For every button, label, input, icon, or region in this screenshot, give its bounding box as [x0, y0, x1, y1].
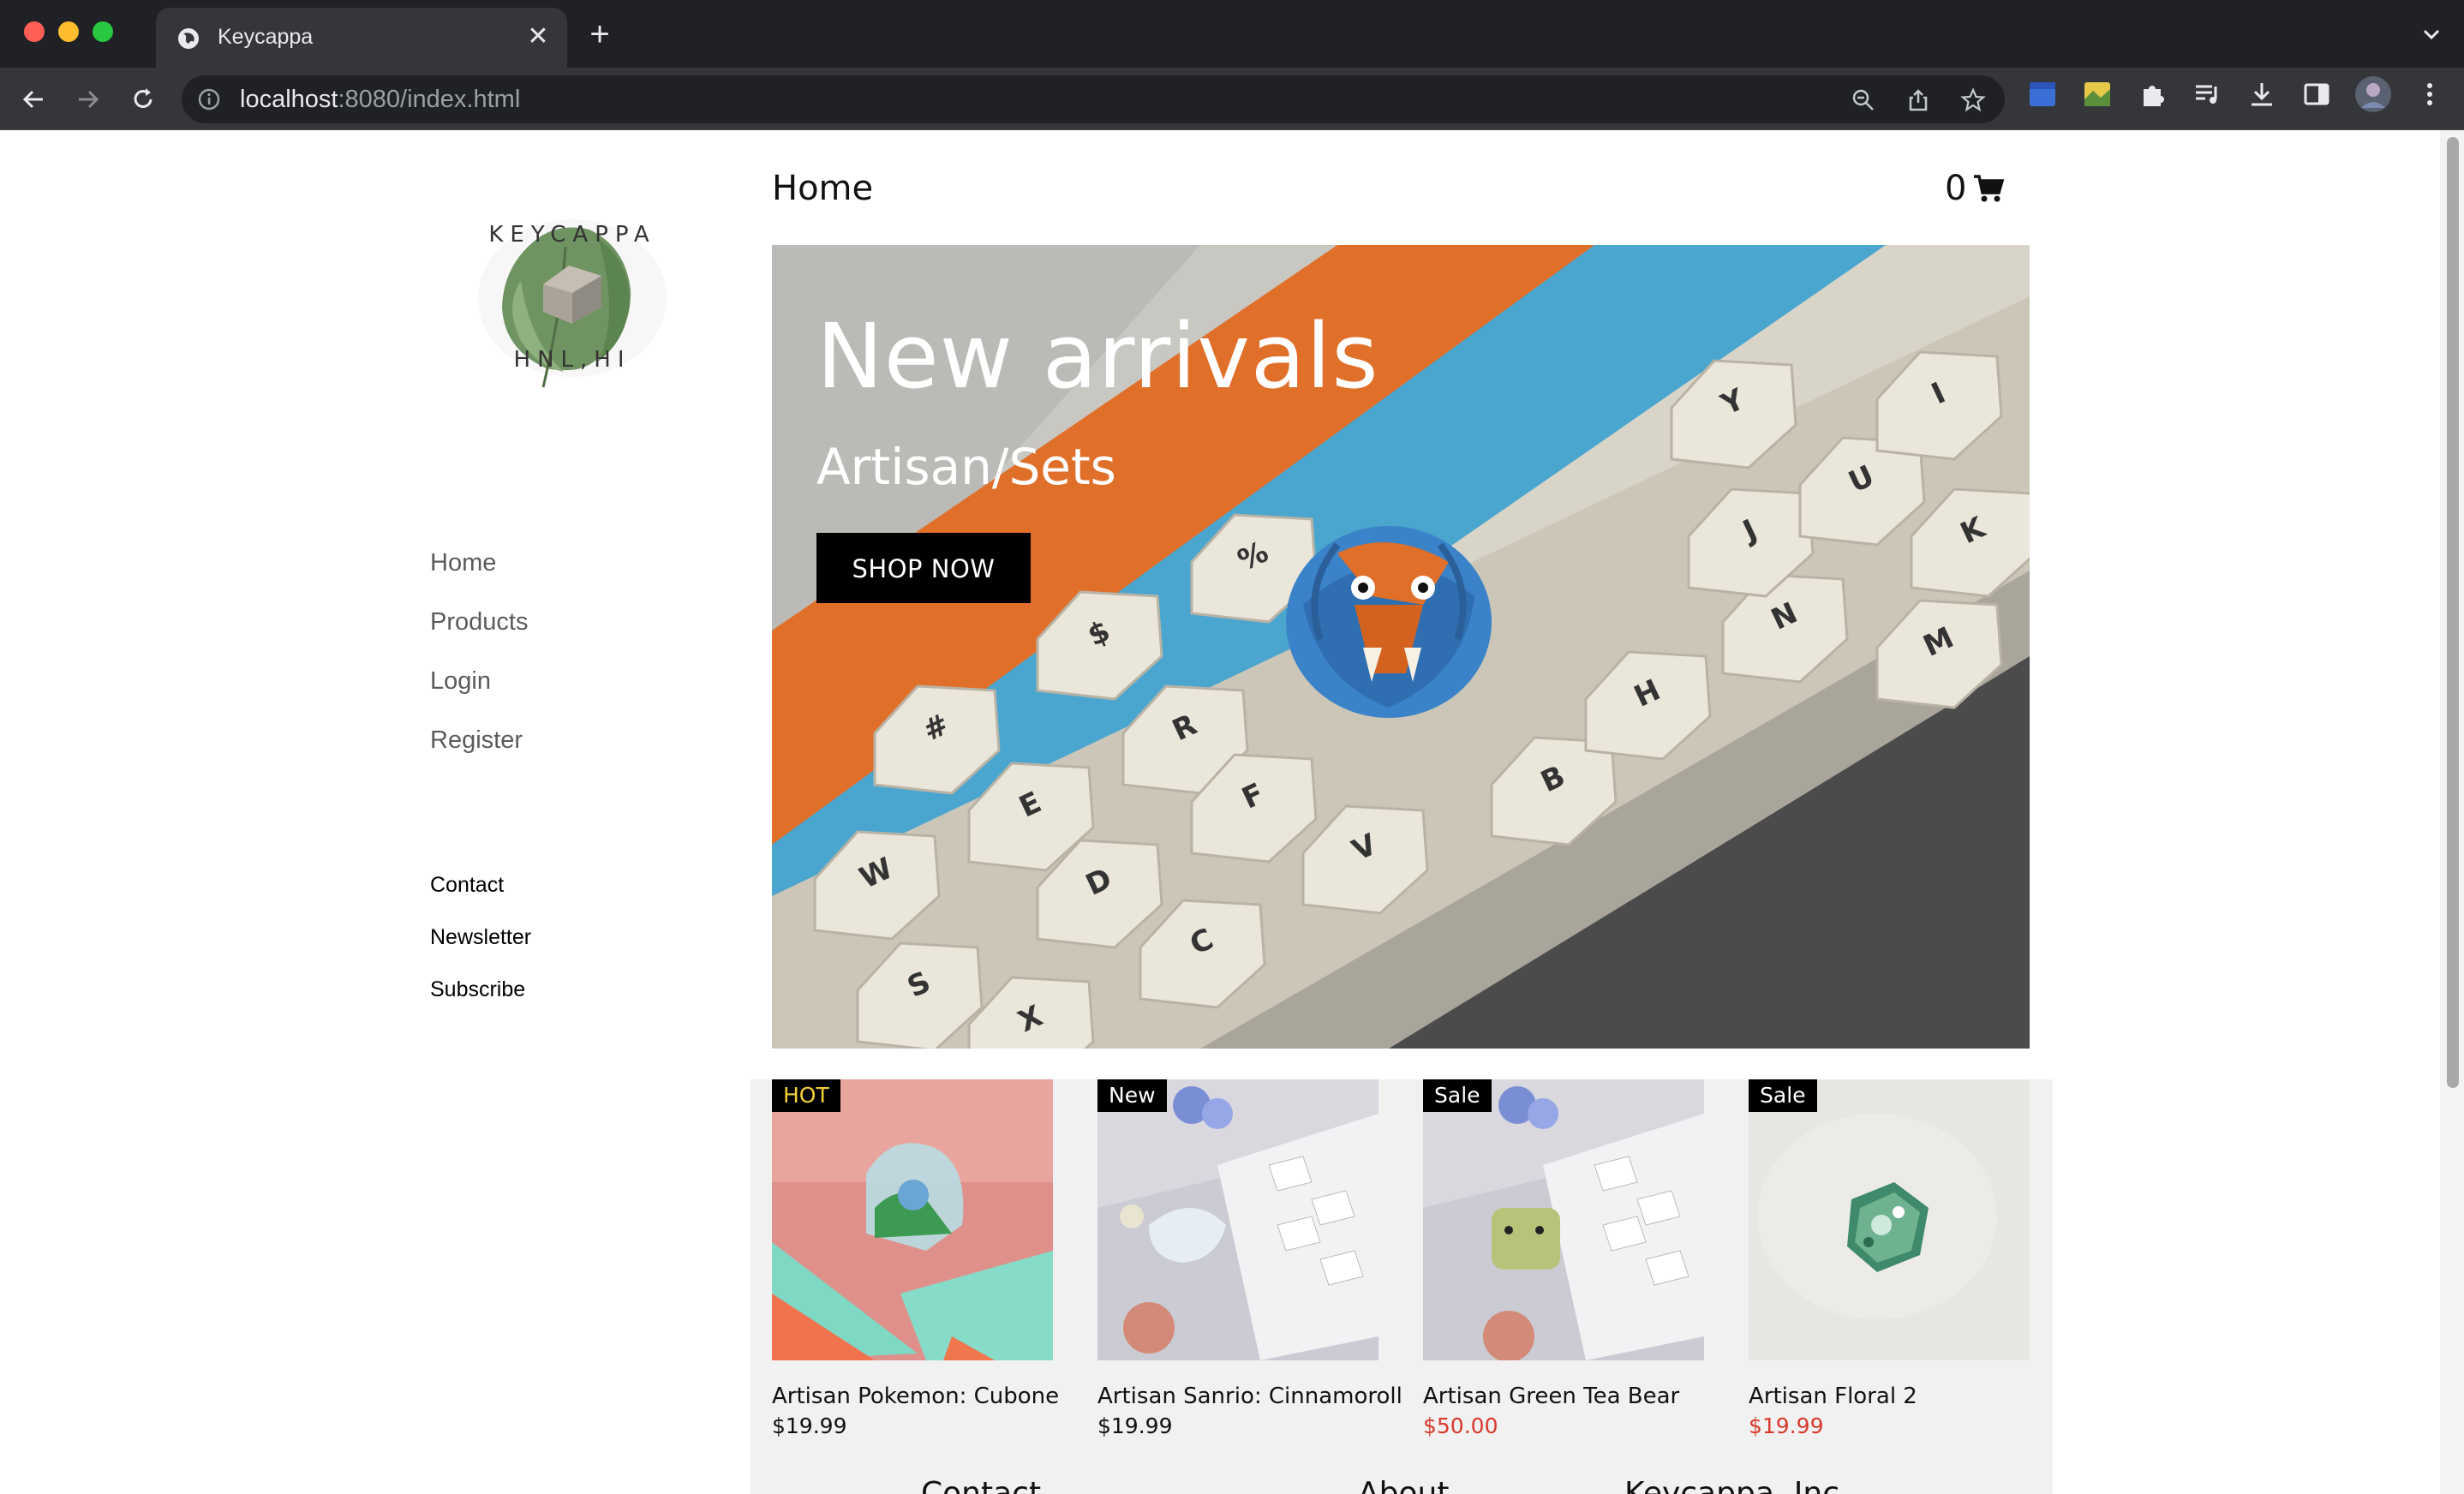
product-name[interactable]: Artisan Pokemon: Cubone [772, 1383, 1059, 1410]
shop-now-button[interactable]: SHOP NOW [816, 533, 1031, 603]
product-badge: HOT [772, 1079, 840, 1112]
chevron-down-icon[interactable] [2418, 21, 2445, 48]
profile-avatar[interactable] [2354, 75, 2392, 113]
footer-heading-company: Keycappa, Inc [1624, 1476, 1839, 1494]
product-price: $19.99 [1097, 1413, 1173, 1438]
scrollbar-thumb[interactable] [2447, 137, 2459, 1088]
hero-banner: W E R D F S C V X B H N J U Y I K M # $% New arrivals Artis… [772, 245, 2030, 1049]
footer-heading-contact: Contact [921, 1476, 1042, 1494]
reload-icon[interactable] [127, 83, 159, 116]
shopping-cart-icon [1974, 175, 2005, 202]
address-bar[interactable]: localhost:8080/index.html [182, 75, 2005, 123]
logo-top-text: KEYCAPPA [488, 222, 655, 248]
product-grid: HOT Artisan Pokemon: Cubone $19.99 New A… [751, 1079, 2053, 1494]
product-image-floral-2[interactable] [1749, 1079, 2030, 1360]
product-badge: New [1097, 1079, 1167, 1112]
globe-icon [178, 28, 199, 49]
page-viewport: KEYCAPPA HNL,HI Home Products Login Regi… [0, 130, 2464, 1494]
logo-bottom-text: HNL,HI [514, 347, 631, 373]
url-text[interactable]: localhost:8080/index.html [240, 86, 520, 113]
product-badge: Sale [1749, 1079, 1817, 1112]
sidebar-link-contact[interactable]: Contact [430, 872, 504, 898]
footer-heading-about: About [1358, 1476, 1450, 1494]
product-name[interactable]: Artisan Sanrio: Cinnamoroll [1097, 1383, 1402, 1410]
sidebar-item-products[interactable]: Products [430, 607, 528, 636]
window-close-button[interactable] [24, 21, 45, 42]
tab-close-icon[interactable]: ✕ [524, 23, 552, 51]
window-maximize-button[interactable] [93, 21, 113, 42]
sidebar-item-login[interactable]: Login [430, 666, 491, 696]
product-image-cinnamoroll[interactable] [1097, 1079, 1379, 1360]
back-arrow-icon[interactable] [17, 83, 50, 116]
cart-button[interactable]: 0 [1945, 168, 2005, 209]
browser-tab[interactable]: Keycappa ✕ [156, 8, 567, 68]
page-title: Home [772, 169, 874, 208]
sidebar-item-home[interactable]: Home [430, 548, 496, 577]
zoom-icon[interactable] [1851, 87, 1876, 113]
product-name[interactable]: Artisan Floral 2 [1749, 1383, 1917, 1410]
product-name[interactable]: Artisan Green Tea Bear [1423, 1383, 1679, 1410]
new-tab-button[interactable]: + [583, 17, 617, 51]
product-price: $50.00 [1423, 1413, 1498, 1438]
more-menu-icon[interactable] [2414, 79, 2445, 110]
forward-arrow-icon[interactable] [72, 83, 105, 116]
keycappa-logo[interactable]: KEYCAPPA HNL,HI [469, 204, 675, 392]
window-minimize-button[interactable] [58, 21, 79, 42]
tab-title: Keycappa [218, 25, 314, 49]
info-icon[interactable] [197, 87, 221, 111]
page-scrollbar[interactable] [2440, 130, 2464, 1494]
product-price: $19.99 [772, 1413, 847, 1438]
sidebar-link-subscribe[interactable]: Subscribe [430, 977, 525, 1002]
artisan-keycap [1286, 526, 1492, 718]
cart-count: 0 [1945, 169, 1967, 208]
media-queue-icon[interactable] [2192, 79, 2222, 110]
share-icon[interactable] [1905, 87, 1931, 113]
extension-landscape-icon[interactable] [2082, 79, 2113, 110]
sidebar-item-register[interactable]: Register [430, 726, 523, 755]
download-icon[interactable] [2246, 79, 2277, 110]
puzzle-extensions-icon[interactable] [2137, 79, 2168, 110]
extension-blue-icon[interactable] [2027, 79, 2058, 110]
bookmark-star-icon[interactable] [1960, 87, 1986, 113]
product-price: $19.99 [1749, 1413, 1824, 1438]
hero-title: New arrivals [816, 304, 1379, 409]
hero-subtitle: Artisan/Sets [816, 438, 1116, 496]
browser-tab-bar: Keycappa ✕ + [0, 0, 2464, 68]
side-panel-icon[interactable] [2301, 79, 2332, 110]
product-badge: Sale [1423, 1079, 1492, 1112]
sidebar-link-newsletter[interactable]: Newsletter [430, 924, 531, 950]
product-image-green-tea-bear[interactable] [1423, 1079, 1704, 1360]
product-image-cubone[interactable] [772, 1079, 1053, 1360]
